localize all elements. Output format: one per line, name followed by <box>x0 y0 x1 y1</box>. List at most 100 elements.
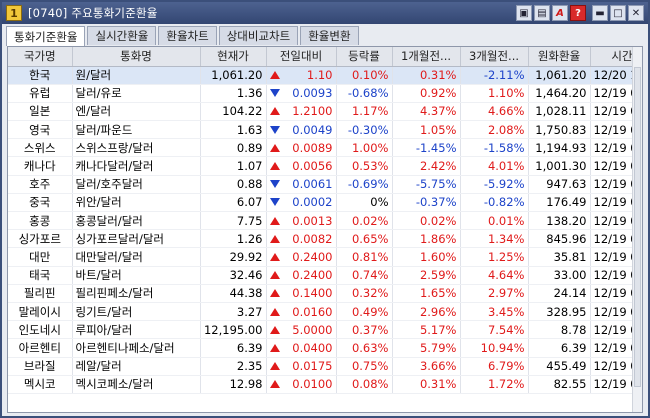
price-cell: 1,061.20 <box>200 66 267 85</box>
arrow-up-icon <box>269 362 280 371</box>
price-cell: 44.38 <box>200 284 267 303</box>
country-cell: 말레이시 <box>8 302 73 322</box>
minimize-icon[interactable]: ▬ <box>592 5 608 21</box>
column-header[interactable]: 등락률 <box>336 47 393 67</box>
table-row[interactable]: 필리핀 필리핀페소/달러 44.38 0.1400 0.32% 1.65% 2.97% 24.… <box>8 284 642 303</box>
column-header[interactable]: 현재가 <box>200 47 267 67</box>
table-row[interactable]: 브라질 레알/달러 2.35 0.0175 0.75% 3.66% 6.79% 455.49 1… <box>8 357 642 376</box>
font-icon[interactable]: A <box>552 5 568 21</box>
country-cell: 브라질 <box>8 357 73 376</box>
table-row[interactable]: 홍콩 홍콩달러/달러 7.75 0.0013 0.02% 0.02% 0.01% 138.20… <box>8 211 642 231</box>
country-cell: 싱가포르 <box>8 229 73 249</box>
tab-2[interactable]: 환율차트 <box>158 26 217 45</box>
column-header[interactable]: 3개월전... <box>460 47 529 67</box>
country-cell: 태국 <box>8 266 73 285</box>
change-value: 0.0013 <box>292 213 333 228</box>
one-month-cell: 4.37% <box>392 102 461 122</box>
maximize-icon[interactable]: □ <box>610 5 626 21</box>
table-row[interactable]: 유럽 달러/유로 1.36 0.0093 -0.68% 0.92% 1.10% 1,464.2… <box>8 84 642 103</box>
table-row[interactable]: 멕시코 멕시코페소/달러 12.98 0.0100 0.08% 0.31% 1.72% 82.… <box>8 375 642 394</box>
three-month-cell: 4.01% <box>460 156 529 176</box>
one-month-cell: 1.65% <box>392 284 461 303</box>
column-header[interactable]: 전일대비 <box>266 47 337 67</box>
change-value: 0.0400 <box>292 340 333 355</box>
tab-3[interactable]: 상대비교차트 <box>218 26 299 45</box>
change-cell: 0.0061 <box>266 175 337 194</box>
column-header[interactable]: 1개월전... <box>392 47 461 67</box>
tab-1[interactable]: 실시간환율 <box>87 26 157 45</box>
table-row[interactable]: 말레이시 링기트/달러 3.27 0.0160 0.49% 2.96% 3.45% 328.9… <box>8 302 642 322</box>
arrow-up-icon <box>269 252 280 261</box>
arrow-down-icon <box>269 125 280 134</box>
table-row[interactable]: 아르헨티 아르헨티나페소/달러 6.39 0.0400 0.63% 5.79% 10.94%… <box>8 338 642 358</box>
price-cell: 1.26 <box>200 229 267 249</box>
arrow-up-icon <box>269 107 280 116</box>
three-month-cell: -0.82% <box>460 193 529 213</box>
tab-4[interactable]: 환율변환 <box>300 26 359 45</box>
change-value: 0.0160 <box>292 304 333 319</box>
currency-cell: 원/달러 <box>72 66 201 85</box>
arrow-up-icon <box>269 71 280 80</box>
close-icon[interactable]: ✕ <box>628 5 644 21</box>
table-row[interactable]: 일본 엔/달러 104.22 1.2100 1.17% 4.37% 4.66% 1,028.1… <box>8 102 642 122</box>
tab-0[interactable]: 통화기준환율 <box>6 26 86 46</box>
window-title: [0740] 주요통화기준환율 <box>28 5 158 21</box>
currency-cell: 달러/호주달러 <box>72 175 201 194</box>
three-month-cell: 1.25% <box>460 247 529 267</box>
table-row[interactable]: 중국 위안/달러 6.07 0.0002 0% -0.37% -0.82% 176.49 12/… <box>8 193 642 213</box>
krw-rate-cell: 82.55 <box>528 375 591 394</box>
krw-rate-cell: 138.20 <box>528 211 591 231</box>
currency-cell: 엔/달러 <box>72 102 201 122</box>
krw-rate-cell: 33.00 <box>528 266 591 285</box>
title-bar[interactable]: 1 [0740] 주요통화기준환율 ▣ ▤ A? ▬ □ ✕ <box>2 2 648 24</box>
price-cell: 3.27 <box>200 302 267 322</box>
change-value: 1.2100 <box>292 104 333 119</box>
change-cell: 0.0002 <box>266 193 337 213</box>
table-header: 국가명 통화명 현재가 전일대비 등락률 1개월전... 3개월전... 원화환율 시간 <box>8 47 642 67</box>
one-month-cell: 2.59% <box>392 266 461 285</box>
column-header[interactable]: 원화환율 <box>528 47 591 67</box>
price-cell: 1.36 <box>200 84 267 103</box>
help-icon[interactable]: ? <box>570 5 586 21</box>
table-row[interactable]: 스위스 스위스프랑/달러 0.89 0.0089 1.00% -1.45% -1.58% 1,… <box>8 138 642 158</box>
scrollbar-thumb[interactable] <box>634 67 641 387</box>
table-row[interactable]: 싱가포르 싱가포르달러/달러 1.26 0.0082 0.65% 1.86% 1.34% 84… <box>8 229 642 249</box>
krw-rate-cell: 1,194.93 <box>528 138 591 158</box>
price-cell: 7.75 <box>200 211 267 231</box>
table-row[interactable]: 태국 바트/달러 32.46 0.2400 0.74% 2.59% 4.64% 33.00 12… <box>8 266 642 285</box>
rate-cell: 0.65% <box>336 229 393 249</box>
table-row[interactable]: 캐나다 캐나다달러/달러 1.07 0.0056 0.53% 2.42% 4.01% 1,00… <box>8 156 642 176</box>
country-cell: 중국 <box>8 193 73 213</box>
three-month-cell: 3.45% <box>460 302 529 322</box>
table-row[interactable]: 호주 달러/호주달러 0.88 0.0061 -0.69% -5.75% -5.92% 947… <box>8 175 642 194</box>
one-month-cell: -5.75% <box>392 175 461 194</box>
one-month-cell: 5.17% <box>392 320 461 340</box>
vertical-scrollbar[interactable] <box>632 47 642 412</box>
krw-rate-cell: 1,061.20 <box>528 66 591 85</box>
three-month-cell: 1.10% <box>460 84 529 103</box>
country-cell: 홍콩 <box>8 211 73 231</box>
price-cell: 32.46 <box>200 266 267 285</box>
column-header[interactable]: 통화명 <box>72 47 201 67</box>
change-value: 0.0100 <box>292 377 333 392</box>
print-icon[interactable]: ▤ <box>534 5 550 21</box>
currency-cell: 달러/파운드 <box>72 120 201 140</box>
change-cell: 0.0089 <box>266 138 337 158</box>
arrow-up-icon <box>269 216 280 225</box>
one-month-cell: -1.45% <box>392 138 461 158</box>
krw-rate-cell: 6.39 <box>528 338 591 358</box>
table-row[interactable]: 대만 대만달러/달러 29.92 0.2400 0.81% 1.60% 1.25% 35.81… <box>8 247 642 267</box>
rate-cell: 0.53% <box>336 156 393 176</box>
price-cell: 12.98 <box>200 375 267 394</box>
column-header[interactable]: 국가명 <box>8 47 73 67</box>
currency-cell: 루피아/달러 <box>72 320 201 340</box>
krw-rate-cell: 1,001.30 <box>528 156 591 176</box>
table-row[interactable]: 영국 달러/파운드 1.63 0.0049 -0.30% 1.05% 2.08% 1,750.… <box>8 120 642 140</box>
table-row[interactable]: 한국 원/달러 1,061.20 1.10 0.10% 0.31% -2.11% 1,061.… <box>8 66 642 85</box>
rate-cell: 0.02% <box>336 211 393 231</box>
table-row[interactable]: 인도네시 루피아/달러 12,195.00 5.0000 0.37% 5.17% 7.54%… <box>8 320 642 340</box>
link-icon[interactable]: ▣ <box>516 5 532 21</box>
arrow-up-icon <box>269 143 280 152</box>
window-code: [0740] <box>28 6 68 20</box>
change-cell: 1.2100 <box>266 102 337 122</box>
